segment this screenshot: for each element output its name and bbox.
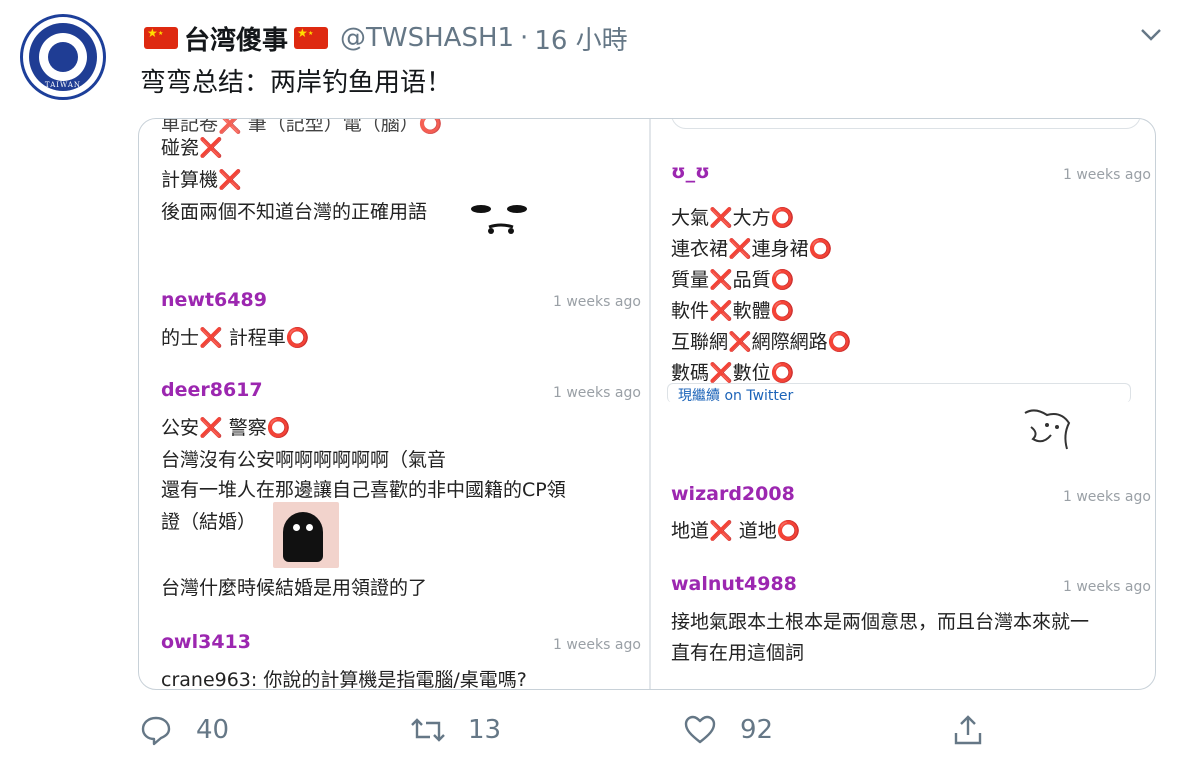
tweet-header: 台湾傻事 @TWSHASH1 · 16 小時 bbox=[140, 18, 628, 58]
comment-username[interactable]: newt6489 bbox=[161, 289, 267, 311]
doodle-face-icon bbox=[1024, 409, 1071, 450]
like-icon bbox=[682, 712, 718, 748]
comment-username[interactable]: walnut4988 bbox=[671, 573, 797, 595]
reply-count: 40 bbox=[196, 715, 230, 745]
penguin-sticker-icon bbox=[273, 502, 339, 568]
display-name[interactable]: 台湾傻事 bbox=[184, 20, 288, 57]
comment-line: 台灣沒有公安啊啊啊啊啊啊（氣音 bbox=[161, 449, 447, 471]
comment-line: 連衣裙❌連身裙⭕ bbox=[671, 238, 833, 260]
comment-time: 1 weeks ago bbox=[553, 637, 641, 653]
comment-line: 碰瓷❌ bbox=[161, 137, 223, 159]
reply-button[interactable]: 40 bbox=[138, 706, 229, 754]
search-bar-cut bbox=[671, 119, 1141, 129]
comment-line: 互聯網❌網際網路⭕ bbox=[671, 331, 852, 353]
image-seam bbox=[651, 402, 1155, 406]
chevron-down-icon[interactable] bbox=[1138, 22, 1164, 46]
comment-line: 數碼❌數位⭕ bbox=[671, 362, 795, 384]
comment-time: 1 weeks ago bbox=[1063, 489, 1151, 505]
comment-line: 證（結婚） bbox=[161, 511, 257, 533]
comment-line: 直有在用這個詞 bbox=[671, 642, 805, 664]
face-emoticon-icon bbox=[471, 205, 527, 234]
tweet-actions: 40 13 92 bbox=[138, 706, 1138, 754]
comment-line: 公安❌ 警察⭕ bbox=[161, 417, 291, 439]
media-left-panel: 車記卷❌ 筆（記型）電（腦）⭕ 碰瓷❌ 計算機❌ 後面兩個不知道台灣的正確用語 … bbox=[139, 119, 649, 690]
embedded-card-cut: 現繼續 on Twitter bbox=[667, 383, 1131, 404]
comment-line: 大氣❌大方⭕ bbox=[671, 207, 795, 229]
china-flag-icon bbox=[144, 26, 178, 49]
comment-time: 1 weeks ago bbox=[553, 385, 641, 401]
comment-time: 1 weeks ago bbox=[1063, 579, 1151, 595]
comment-line: crane963: 你說的計算機是指電腦/桌電嗎? bbox=[161, 669, 527, 690]
tweet-media-image[interactable]: 車記卷❌ 筆（記型）電（腦）⭕ 碰瓷❌ 計算機❌ 後面兩個不知道台灣的正確用語 … bbox=[138, 118, 1156, 690]
separator-dot: · bbox=[520, 23, 529, 53]
china-flag-icon bbox=[294, 26, 329, 49]
user-handle[interactable]: @TWSHASH1 bbox=[340, 23, 514, 53]
comment-line: 接地氣跟本土根本是兩個意思，而且台灣本來就一 bbox=[671, 611, 1090, 633]
comment-time: 1 weeks ago bbox=[553, 294, 641, 310]
retweet-count: 13 bbox=[468, 715, 502, 745]
share-button[interactable] bbox=[950, 706, 1008, 754]
comment-line: 還有一堆人在那邊讓自己喜歡的非中國籍的CP領 bbox=[161, 479, 566, 501]
comment-username[interactable]: wizard2008 bbox=[671, 483, 795, 505]
comment-line: 軟件❌軟體⭕ bbox=[671, 300, 795, 322]
comment-username[interactable]: ʊ_ʊ bbox=[671, 161, 710, 183]
like-count: 92 bbox=[740, 715, 774, 745]
comment-line: 的士❌ 計程車⭕ bbox=[161, 327, 310, 349]
retweet-button[interactable]: 13 bbox=[410, 706, 501, 754]
tweet-time[interactable]: 16 小時 bbox=[534, 20, 627, 57]
comment-time: 1 weeks ago bbox=[1063, 167, 1151, 183]
avatar-emblem: TAIWAN bbox=[29, 23, 97, 91]
share-icon bbox=[950, 712, 986, 748]
tweet-text: 弯弯总结：两岸钓鱼用语！ bbox=[140, 68, 453, 98]
like-button[interactable]: 92 bbox=[682, 706, 773, 754]
comment-line: 台灣什麼時候結婚是用領證的了 bbox=[161, 577, 428, 599]
comment-username[interactable]: deer8617 bbox=[161, 379, 263, 401]
retweet-icon bbox=[410, 712, 446, 748]
reply-icon bbox=[138, 712, 174, 748]
avatar[interactable]: TAIWAN bbox=[20, 14, 106, 100]
comment-username[interactable]: owl3413 bbox=[161, 631, 251, 653]
comment-line: 質量❌品質⭕ bbox=[671, 269, 795, 291]
comment-line: 地道❌ 道地⭕ bbox=[671, 520, 801, 542]
media-right-panel: ʊ_ʊ 1 weeks ago 大氣❌大方⭕ 連衣裙❌連身裙⭕ 質量❌品質⭕ 軟… bbox=[651, 119, 1155, 689]
comment-line: 後面兩個不知道台灣的正確用語 bbox=[161, 201, 428, 223]
comment-line: 計算機❌ bbox=[161, 169, 242, 191]
avatar-text: TAIWAN bbox=[44, 81, 82, 89]
